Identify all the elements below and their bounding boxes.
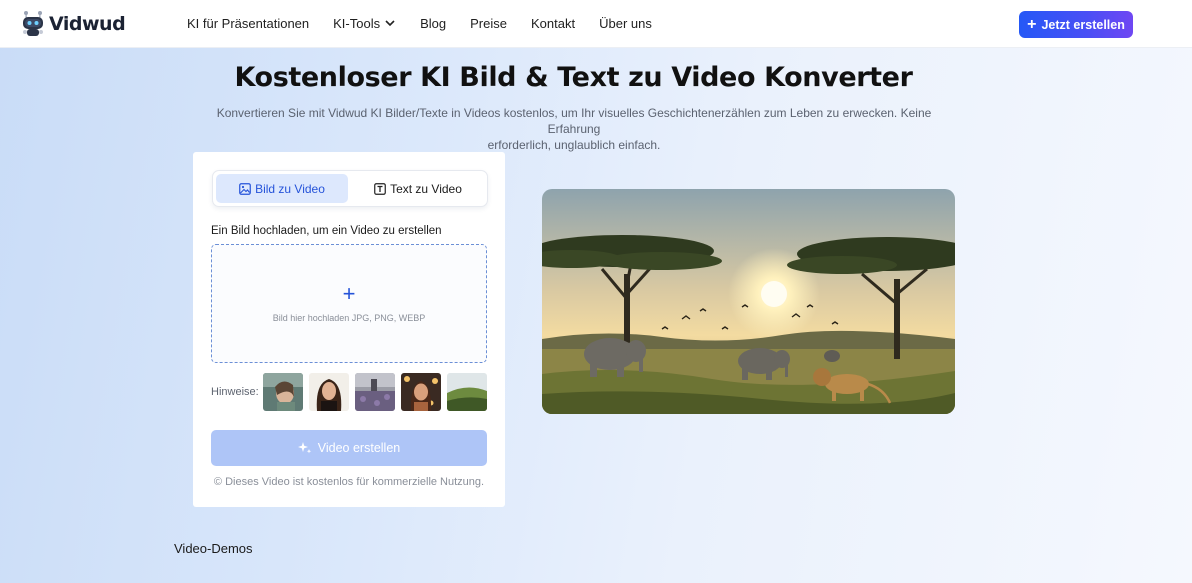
hero-image: [542, 189, 955, 414]
text-icon: [374, 182, 386, 195]
tab-text-zu-video[interactable]: Text zu Video: [352, 174, 484, 203]
video-erstellen-button[interactable]: Video erstellen: [211, 430, 487, 466]
chevron-down-icon: [385, 20, 395, 27]
hints-label: Hinweise:: [211, 386, 259, 398]
robot-logo-icon: [23, 11, 43, 36]
tab-bild-zu-video[interactable]: Bild zu Video: [216, 174, 348, 203]
menu-item-label: Kontakt: [531, 15, 576, 31]
license-note: © Dieses Video ist kostenlos für kommerz…: [213, 476, 485, 488]
menu-item-label: Über uns: [599, 15, 652, 31]
sparkle-icon: [297, 442, 311, 454]
section-title-video-demos: Video-Demos: [174, 541, 253, 556]
generator-card: Bild zu Video Text zu Video Ein Bild hoc…: [193, 152, 505, 507]
sample-thumbnail[interactable]: [309, 373, 349, 411]
main-menu: KI für Präsentationen KI-Tools Blog Prei…: [187, 0, 676, 46]
jetzt-erstellen-button[interactable]: + Jetzt erstellen: [1019, 11, 1133, 38]
sample-thumbnail[interactable]: [447, 373, 487, 411]
page-title: Kostenloser KI Bild & Text zu Video Konv…: [234, 62, 913, 93]
create-label: Video erstellen: [317, 441, 401, 455]
page-subtitle: Konvertieren Sie mit Vidwud KI Bilder/Te…: [190, 105, 958, 153]
dropzone-hint: Bild hier hochladen JPG, PNG, WEBP: [272, 313, 426, 323]
menu-item-label: KI-Tools: [333, 15, 381, 31]
image-dropzone[interactable]: + Bild hier hochladen JPG, PNG, WEBP: [211, 244, 487, 363]
subtitle-line-1: Konvertieren Sie mit Vidwud KI Bilder/Te…: [216, 106, 932, 136]
top-navbar: Vidwud KI für Präsentationen KI-Tools Bl…: [0, 0, 1192, 48]
menu-item-ki-tools[interactable]: KI-Tools: [333, 16, 396, 31]
plus-icon: +: [1027, 15, 1037, 33]
cta-label: Jetzt erstellen: [1041, 17, 1125, 32]
upload-label: Ein Bild hochladen, um ein Video zu erst…: [211, 225, 442, 237]
image-icon: [239, 182, 251, 195]
sample-thumbnail[interactable]: [263, 373, 303, 411]
subtitle-line-2: erforderlich, unglaublich einfach.: [487, 138, 661, 152]
brand-logo[interactable]: Vidwud: [20, 10, 126, 38]
sample-thumbnail[interactable]: [401, 373, 441, 411]
menu-item-label: Blog: [420, 15, 447, 31]
menu-item-kontakt[interactable]: Kontakt: [531, 16, 575, 31]
brand-name: Vidwud: [49, 13, 126, 35]
menu-item-blog[interactable]: Blog: [420, 16, 446, 31]
menu-item-ki-praesentationen[interactable]: KI für Präsentationen: [187, 16, 309, 31]
plus-icon: +: [342, 281, 356, 306]
menu-item-preise[interactable]: Preise: [470, 16, 507, 31]
tab-label: Bild zu Video: [255, 181, 325, 196]
tab-label: Text zu Video: [390, 181, 462, 196]
sample-thumbnail[interactable]: [355, 373, 395, 411]
mode-tabs: Bild zu Video Text zu Video: [212, 170, 488, 207]
menu-item-label: Preise: [470, 15, 507, 31]
menu-item-ueber-uns[interactable]: Über uns: [599, 16, 652, 31]
menu-item-label: KI für Präsentationen: [187, 15, 310, 31]
